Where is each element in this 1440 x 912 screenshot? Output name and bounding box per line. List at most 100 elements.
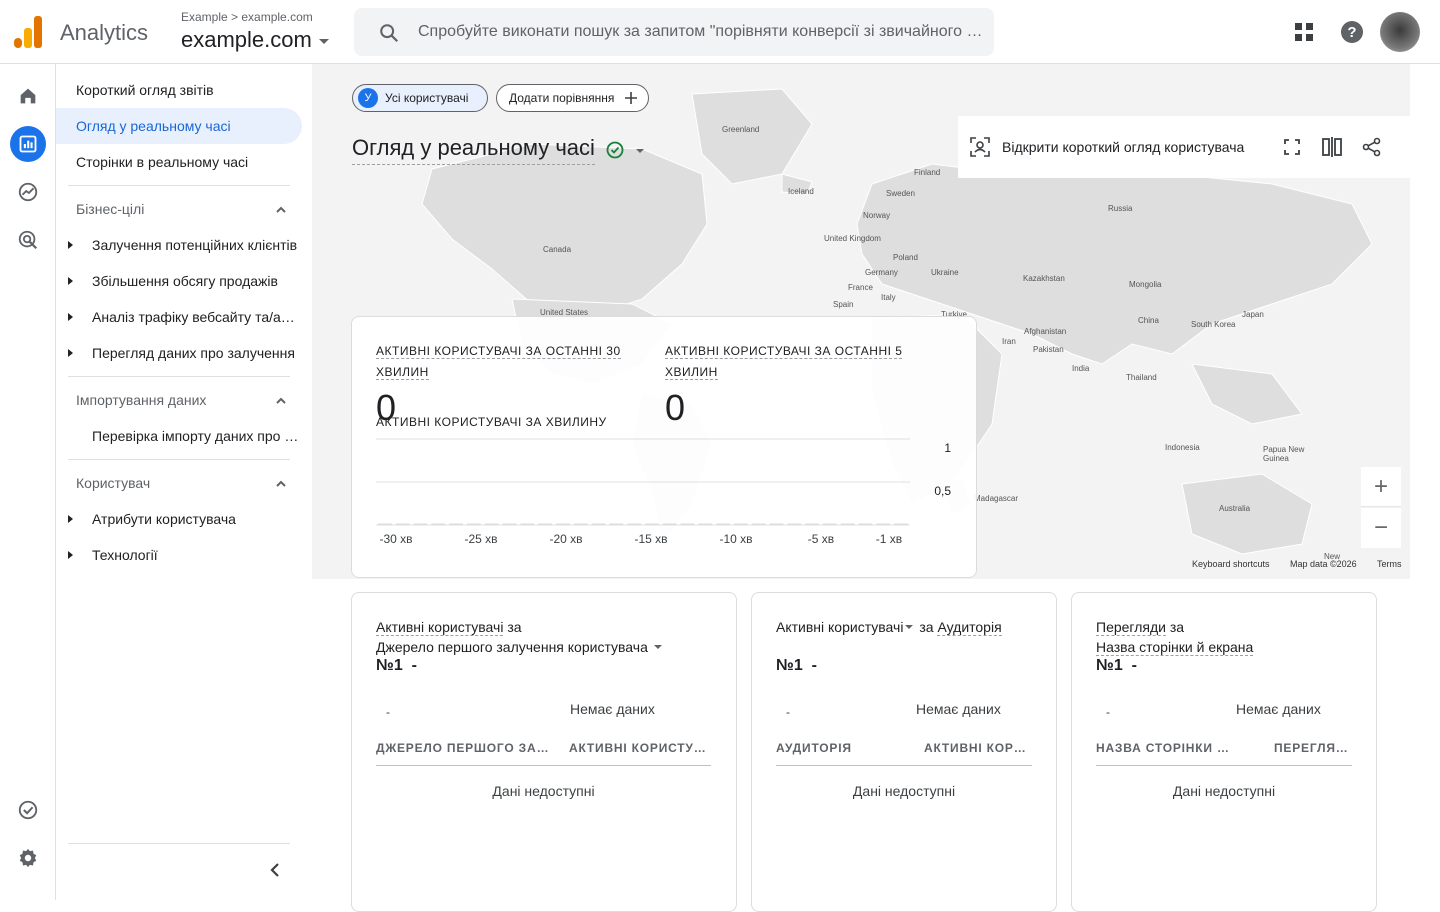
map-label: Mongolia [1129, 280, 1162, 289]
search-bar[interactable]: Спробуйте виконати пошук за запитом "пор… [354, 8, 994, 56]
avatar[interactable] [1380, 12, 1420, 52]
search-input[interactable]: Спробуйте виконати пошук за запитом "пор… [418, 23, 988, 41]
expand-arrow-icon[interactable] [68, 277, 73, 285]
property-name: example.com [181, 27, 312, 52]
map-keyboard-shortcuts-link[interactable]: Keyboard shortcuts [1192, 559, 1270, 569]
zoom-out-button[interactable]: − [1361, 508, 1401, 548]
collapse-chevron-left-icon[interactable] [268, 862, 284, 878]
chart-x-tick-label: -5 хв [808, 532, 834, 545]
nav-item-user-attributes[interactable]: Атрибути користувача [92, 511, 302, 527]
fullscreen-icon[interactable] [1284, 139, 1300, 155]
active-users-5-label[interactable]: АКТИВНІ КОРИСТУВАЧІ ЗА ОСТАННІ 5 ХВИЛИН [665, 341, 915, 383]
rank-label: №1 - [1096, 657, 1137, 674]
chart-x-tick-label: -15 хв [634, 532, 667, 545]
column-header-page-title[interactable]: НАЗВА СТОРІНКИ Й ЕКРАНА [1096, 741, 1232, 755]
nav-item-realtime-pages[interactable]: Сторінки в реальному часі [76, 154, 248, 170]
chart-bar [805, 523, 819, 525]
column-header-active-users[interactable]: АКТИВНІ КОРИСТУВАЧІ [924, 741, 1032, 755]
chevron-up-icon[interactable] [274, 394, 288, 408]
map-label: Canada [543, 245, 572, 254]
apps-grid-icon[interactable] [1292, 20, 1316, 44]
nav-item-drive-sales[interactable]: Збільшення обсягу продажів [92, 273, 302, 289]
column-header-source[interactable]: ДЖЕРЕЛО ПЕРШОГО ЗАЛУЧЕННЯ [376, 741, 552, 755]
caret-down-icon [318, 39, 329, 45]
chart-bar [894, 523, 908, 525]
share-icon[interactable] [1362, 137, 1382, 157]
expand-arrow-icon[interactable] [68, 349, 73, 357]
nav-item-reports-snapshot[interactable]: Короткий огляд звітів [76, 82, 214, 98]
active-users-card: АКТИВНІ КОРИСТУВАЧІ ЗА ОСТАННІ 30 ХВИЛИН… [351, 316, 977, 578]
column-header-audience[interactable]: АУДИТОРІЯ [776, 741, 896, 755]
column-header-views[interactable]: ПЕРЕГЛЯДИ [1274, 741, 1352, 755]
metric-selector[interactable]: Активні користувачі [376, 619, 504, 636]
caret-down-icon [653, 645, 662, 649]
configure-icon[interactable] [10, 792, 46, 828]
expand-arrow-icon[interactable] [68, 313, 73, 321]
map-label: Afghanistan [1024, 327, 1067, 336]
chart-bar [484, 523, 499, 525]
title-dropdown-icon[interactable] [634, 146, 646, 156]
chart-bar [573, 523, 588, 525]
expand-arrow-icon[interactable] [68, 551, 73, 559]
head-by: за [1169, 619, 1185, 635]
chart-x-tick-label: -20 хв [549, 532, 582, 545]
property-selector[interactable]: example.com [181, 27, 330, 53]
settings-gear-icon[interactable] [10, 840, 46, 876]
expand-arrow-icon[interactable] [68, 241, 73, 249]
chart-bar [751, 523, 766, 525]
head-by: за [919, 619, 934, 635]
chart-bar [467, 523, 481, 525]
map-label: Indonesia [1165, 443, 1200, 452]
chevron-up-icon[interactable] [274, 477, 288, 491]
help-icon[interactable]: ? [1340, 20, 1364, 44]
dimension-selector[interactable]: Назва сторінки й екрана [1096, 639, 1254, 656]
map-label: Italy [881, 293, 896, 302]
explore-icon[interactable] [10, 174, 46, 210]
zoom-in-button[interactable]: + [1361, 467, 1401, 507]
nav-item-engagement[interactable]: Перегляд даних про залучення [92, 345, 302, 361]
reports-icon[interactable] [10, 126, 46, 162]
nav-section-user[interactable]: Користувач [76, 475, 150, 491]
nav-section-business-goals[interactable]: Бізнес-цілі [76, 201, 144, 217]
audience-chip[interactable]: У Усі користувачі [352, 84, 488, 112]
metric-selector[interactable]: Перегляди [1096, 619, 1166, 636]
nav-item-traffic-analysis[interactable]: Аналіз трафіку вебсайту та/або додатка [92, 309, 302, 325]
dimension-selector[interactable]: Джерело першого залучення користувача [376, 639, 664, 655]
nav-divider [68, 843, 290, 844]
nav-item-realtime-overview[interactable]: Огляд у реальному часі [76, 118, 231, 134]
breadcrumb[interactable]: Example > example.com [181, 10, 313, 24]
advertising-icon[interactable] [10, 222, 46, 258]
chart-bar [680, 523, 695, 525]
active-users-per-minute-chart[interactable]: 1 0,5 -30 хв -25 хв -20 хв -15 хв -10 хв -5 хв -… [376, 435, 956, 545]
nav-item-technology[interactable]: Технології [92, 547, 302, 563]
chart-bar [627, 523, 641, 525]
add-comparison-button[interactable]: Додати порівняння [496, 84, 649, 112]
user-snapshot-icon[interactable] [970, 137, 990, 157]
chart-bar [769, 523, 784, 525]
metric-selector[interactable]: Активні користувачі [776, 619, 915, 635]
dimension-selector[interactable]: Аудиторія [937, 619, 1002, 636]
nav-item-generate-leads[interactable]: Залучення потенційних клієнтів [92, 237, 302, 253]
chart-bar [698, 523, 713, 525]
card-first-user-source: Активні користувачі за Джерело першого з… [351, 592, 737, 912]
expand-arrow-icon[interactable] [68, 515, 73, 523]
open-user-snapshot-button[interactable]: Відкрити короткий огляд користувача [1002, 139, 1244, 155]
nav-section-data-import[interactable]: Імпортування даних [76, 392, 206, 408]
map-label: Germany [865, 268, 898, 277]
map-terms-link[interactable]: Terms [1377, 559, 1402, 569]
chevron-up-icon[interactable] [274, 203, 288, 217]
analytics-logo-icon[interactable] [14, 16, 42, 48]
map-label: South Korea [1191, 320, 1236, 329]
chart-title: АКТИВНІ КОРИСТУВАЧІ ЗА ХВИЛИНУ [376, 415, 607, 429]
breadcrumb-account: Example [181, 10, 228, 24]
active-users-30-label[interactable]: АКТИВНІ КОРИСТУВАЧІ ЗА ОСТАННІ 30 ХВИЛИН [376, 341, 636, 383]
chart-y-tick-label: 1 [944, 441, 951, 455]
home-icon[interactable] [10, 78, 46, 114]
nav-item-import-check[interactable]: Перевірка імпорту даних про витрати [92, 428, 302, 444]
column-header-active-users[interactable]: АКТИВНІ КОРИСТУВАЧІ [569, 741, 711, 755]
card-head: Перегляди за Назва сторінки й екрана [1096, 617, 1254, 657]
compare-columns-icon[interactable] [1322, 137, 1342, 157]
map-label: Pakistan [1033, 345, 1064, 354]
map-label: Ukraine [931, 268, 959, 277]
breadcrumb-property: example.com [241, 10, 313, 24]
